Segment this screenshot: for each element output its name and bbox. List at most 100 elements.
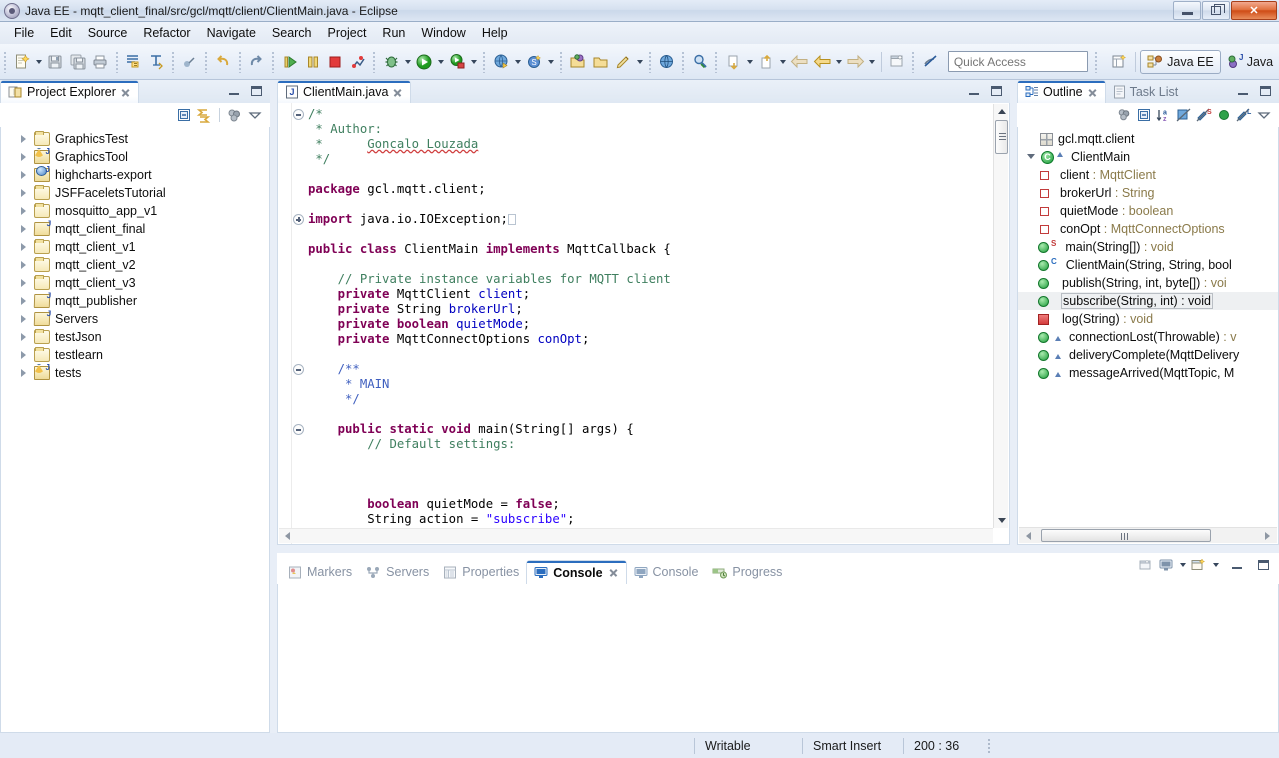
view-menu-filters-icon[interactable] <box>226 106 244 124</box>
tab-clientmain-java[interactable]: J ClientMain.java <box>277 80 412 103</box>
link-with-editor-icon[interactable] <box>195 106 213 124</box>
view-menu-icon[interactable] <box>246 106 264 124</box>
scroll-thumb[interactable] <box>1041 529 1211 542</box>
new-console-view-icon[interactable] <box>1190 556 1208 574</box>
expand-arrow-icon[interactable] <box>19 170 29 180</box>
editor-horizontal-scrollbar[interactable] <box>279 528 993 543</box>
collapse-all-icon[interactable] <box>1135 106 1153 124</box>
tab-console-active[interactable]: Console <box>526 560 627 584</box>
expand-arrow-icon[interactable] <box>19 188 29 198</box>
save-all-icon[interactable] <box>67 51 88 73</box>
resume-icon[interactable] <box>280 51 301 73</box>
expand-arrow-icon[interactable] <box>19 368 29 378</box>
terminate-icon[interactable] <box>325 51 346 73</box>
tree-item-testjson[interactable]: testJson <box>1 328 269 346</box>
run-icon[interactable] <box>414 51 435 73</box>
menu-edit[interactable]: Edit <box>42 24 80 42</box>
scroll-down-icon[interactable] <box>994 513 1009 528</box>
expand-arrow-icon[interactable] <box>19 224 29 234</box>
maximize-editor-icon[interactable] <box>988 83 1004 99</box>
scroll-left-icon[interactable] <box>1021 529 1036 543</box>
toolbar-grip-6[interactable] <box>270 50 276 73</box>
close-icon[interactable] <box>1087 87 1098 98</box>
new-console-view-dropdown[interactable] <box>1210 556 1221 574</box>
menu-window[interactable]: Window <box>413 24 473 42</box>
fold-collapse-icon[interactable] <box>293 424 304 435</box>
toolbar-grip-14[interactable] <box>1093 50 1099 73</box>
editor-folding-ruler[interactable] <box>292 103 306 544</box>
editor-body[interactable]: /* * Author: * Goncalo Louzada */ packag… <box>277 103 1010 545</box>
perspective-java[interactable]: J Java <box>1221 50 1279 74</box>
fold-expand-icon[interactable] <box>293 214 304 225</box>
back-history-icon[interactable] <box>812 51 833 73</box>
expand-arrow-icon[interactable] <box>19 350 29 360</box>
menu-navigate[interactable]: Navigate <box>199 24 264 42</box>
back-dropdown[interactable] <box>834 51 844 73</box>
outline-item-field-client[interactable]: client : MqttClient <box>1018 166 1278 184</box>
menu-source[interactable]: Source <box>80 24 136 42</box>
previous-annotation-dropdown[interactable] <box>778 51 788 73</box>
toolbar-grip-12[interactable] <box>714 50 720 73</box>
tab-servers[interactable]: Servers <box>359 560 436 584</box>
toolbar-grip-13[interactable] <box>911 50 917 73</box>
toolbar-grip-2[interactable] <box>114 50 120 73</box>
new-editor-icon[interactable] <box>887 51 908 73</box>
hide-local-types-icon[interactable]: L <box>1235 106 1253 124</box>
scroll-thumb[interactable] <box>995 120 1008 154</box>
close-icon[interactable] <box>392 87 403 98</box>
expand-arrow-icon[interactable] <box>19 242 29 252</box>
outline-item-method-deliverycomplete[interactable]: deliveryComplete(MqttDelivery <box>1018 346 1278 364</box>
forward-dropdown[interactable] <box>867 51 877 73</box>
skip-breakpoints-icon[interactable] <box>179 51 200 73</box>
status-resize-grip[interactable] <box>987 737 993 754</box>
toolbar-grip-3[interactable] <box>170 50 176 73</box>
restore-button[interactable] <box>1202 1 1230 20</box>
outline-horizontal-scrollbar[interactable] <box>1019 527 1277 543</box>
menu-help[interactable]: Help <box>474 24 516 42</box>
toolbar-grip-4[interactable] <box>204 50 209 73</box>
maximize-view-icon[interactable] <box>1255 557 1271 573</box>
tree-item-mosquitto-app-v1[interactable]: mosquitto_app_v1 <box>1 202 269 220</box>
back-icon[interactable] <box>789 51 810 73</box>
display-selected-console-dropdown[interactable] <box>1177 556 1188 574</box>
new-server-icon[interactable]: S <box>524 51 545 73</box>
minimize-button[interactable] <box>1173 1 1201 20</box>
tab-project-explorer[interactable]: Project Explorer <box>0 80 139 103</box>
search-icon[interactable] <box>690 51 711 73</box>
outline-item-method-publish[interactable]: publish(String, int, byte[]) : voi <box>1018 274 1278 292</box>
toolbar-grip-7[interactable] <box>372 50 377 73</box>
minimize-view-icon[interactable] <box>1229 557 1245 573</box>
tree-item-mqtt-client-v2[interactable]: mqtt_client_v2 <box>1 256 269 274</box>
menu-project[interactable]: Project <box>320 24 375 42</box>
new-java-class-icon[interactable] <box>613 51 634 73</box>
forward-icon[interactable] <box>845 51 866 73</box>
console-output[interactable] <box>277 584 1279 733</box>
toolbar-grip-5[interactable] <box>237 50 243 73</box>
tree-item-servers[interactable]: Servers <box>1 310 269 328</box>
tab-progress[interactable]: Progress <box>705 560 789 584</box>
fold-collapse-icon[interactable] <box>293 364 304 375</box>
toolbar-grip-11[interactable] <box>681 50 686 73</box>
focus-on-active-task-icon[interactable] <box>1115 106 1133 124</box>
expand-arrow-icon[interactable] <box>19 296 29 306</box>
tree-item-mqtt-client-final[interactable]: mqtt_client_final <box>1 220 269 238</box>
maximize-view-icon[interactable] <box>248 83 264 99</box>
run-dropdown[interactable] <box>436 51 446 73</box>
open-perspective-icon[interactable] <box>1110 51 1131 73</box>
collapse-all-icon[interactable] <box>175 106 193 124</box>
close-icon[interactable] <box>608 567 619 578</box>
tree-item-graphicstest[interactable]: GraphicsTest <box>1 130 269 148</box>
display-selected-console-icon[interactable] <box>1157 556 1175 574</box>
expand-arrow-icon[interactable] <box>19 314 29 324</box>
toolbar-grip-10[interactable] <box>647 50 653 73</box>
tree-item-testlearn[interactable]: testlearn <box>1 346 269 364</box>
tree-item-jsffaceletstutorial[interactable]: JSFFaceletsTutorial <box>1 184 269 202</box>
undo-icon[interactable] <box>213 51 234 73</box>
menu-refactor[interactable]: Refactor <box>135 24 198 42</box>
tree-item-mqtt-publisher[interactable]: mqtt_publisher <box>1 292 269 310</box>
collapsed-imports-icon[interactable] <box>507 214 516 225</box>
tree-item-mqtt-client-v1[interactable]: mqtt_client_v1 <box>1 238 269 256</box>
expand-arrow-icon[interactable] <box>19 332 29 342</box>
previous-annotation-icon[interactable] <box>756 51 777 73</box>
run-on-server-icon[interactable] <box>491 51 512 73</box>
